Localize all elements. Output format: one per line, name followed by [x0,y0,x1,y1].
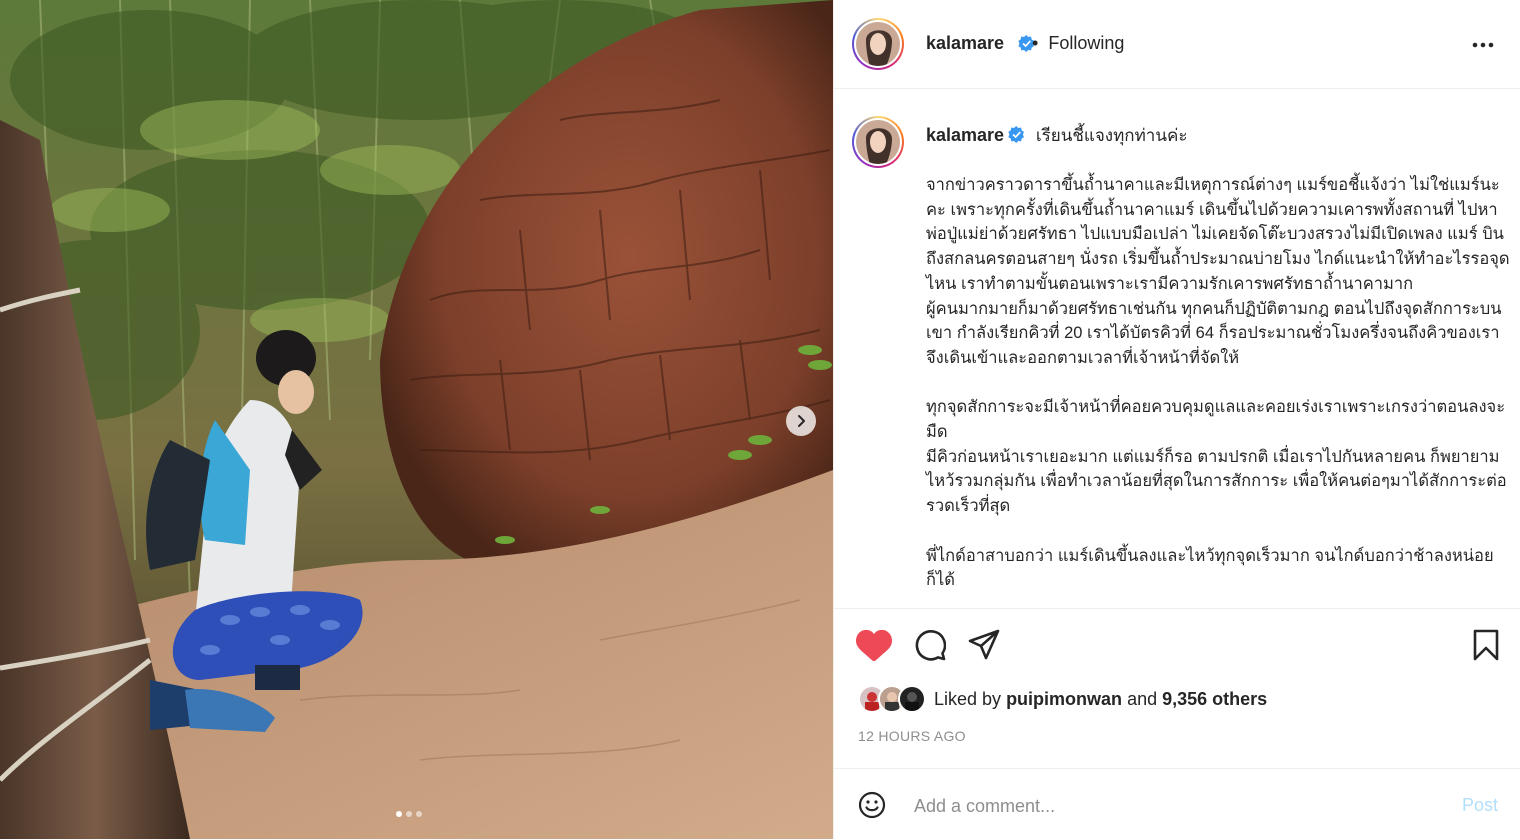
photo-scene [0,0,833,839]
caption-username[interactable]: kalamare [926,125,1004,145]
post-photo[interactable] [0,0,833,839]
likes-others[interactable]: 9,356 others [1162,689,1267,709]
emoji-icon[interactable] [858,791,886,819]
follow-status[interactable]: • Following [1032,33,1124,54]
post-side-panel: kalamare • Following kalamare เรียนชี้แจ… [833,0,1520,839]
share-icon[interactable] [968,629,1000,661]
liker-avatar[interactable] [898,685,926,713]
liked-by-user[interactable]: puipimonwan [1006,689,1122,709]
author-username[interactable]: kalamare [926,33,1004,54]
carousel-dot [416,811,422,817]
likes-and: and [1127,688,1158,709]
post-comment-button[interactable]: Post [1462,795,1498,816]
carousel-dot [396,811,402,817]
carousel-indicator [396,811,422,817]
post-header: kalamare • Following [834,0,1520,89]
caption-area: kalamare เรียนชี้แจงทุกท่านค่ะ จากข่าวคร… [834,89,1520,607]
post-timestamp[interactable]: 12 HOURS AGO [858,728,966,744]
carousel-dot [406,811,412,817]
verified-icon [1008,126,1025,143]
caption-header: kalamare เรียนชี้แจงทุกท่านค่ะ [926,122,1187,149]
more-icon[interactable] [1470,32,1496,58]
likes-row: Liked by puipimonwan and 9,356 others [858,685,1267,713]
comment-input[interactable] [912,791,1436,821]
comment-bar: Post [834,768,1520,840]
post-modal: kalamare • Following kalamare เรียนชี้แจ… [0,0,1520,839]
heart-icon[interactable] [856,627,892,661]
chevron-right-icon [798,415,805,427]
comment-icon[interactable] [914,629,946,661]
dot-separator: • [1032,33,1039,53]
author-avatar[interactable] [852,18,904,70]
likes-prefix: Liked by [934,688,1002,709]
following-button[interactable]: Following [1048,33,1124,53]
caption-title: เรียนชี้แจงทุกท่านค่ะ [1035,126,1188,145]
caption-avatar[interactable] [852,116,904,168]
avatar-photo [856,22,900,66]
carousel-next-button[interactable] [786,406,816,436]
caption-text: จากข่าวคราวดาราขึ้นถ้ำนาคาและมีเหตุการณ์… [926,176,1510,590]
save-icon[interactable] [1472,629,1500,661]
likes-summary: Liked by puipimonwan and 9,356 others [934,689,1267,710]
avatar-photo [856,120,900,164]
